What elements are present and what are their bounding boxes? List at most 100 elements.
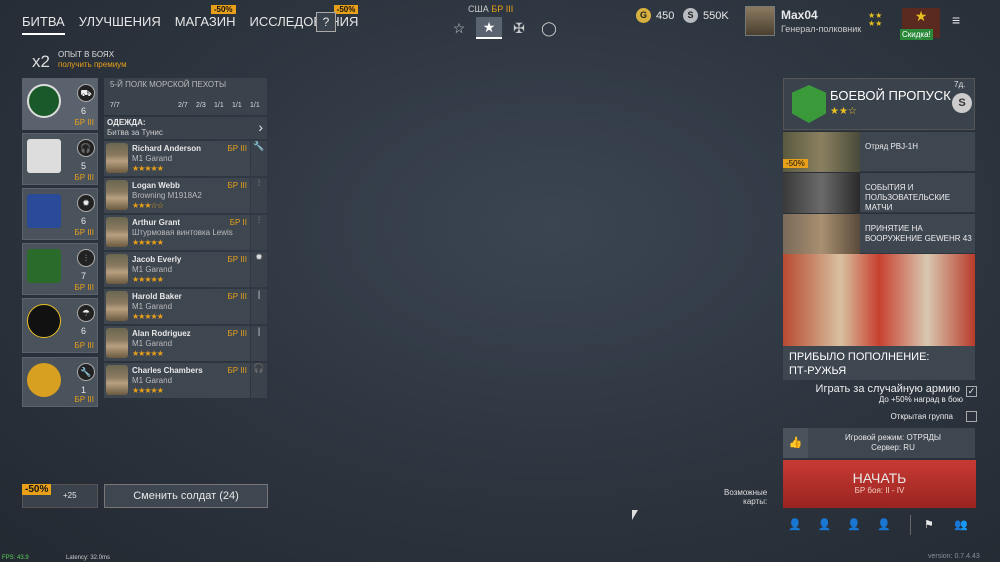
soldier-br: БР III — [227, 366, 247, 375]
squad-card[interactable]: 🔧 1 БР III — [22, 357, 98, 407]
research-discount-badge: -50% — [333, 5, 359, 14]
soldier-row[interactable]: Jacob Everly M1 Garand ★★★★★ БР III — [104, 252, 250, 287]
slot-plus: +25 — [63, 491, 77, 500]
news-text: СОБЫТИЯ И ПОЛЬЗОВАТЕЛЬСКИЕ МАТЧИ — [865, 183, 951, 212]
squad-card[interactable]: ✹ 6 БР III — [22, 188, 98, 240]
random-army-checkbox[interactable]: ✓ — [966, 386, 977, 397]
rank-stars-icon: ★★ ★★ — [868, 11, 883, 28]
reinforcement-banner[interactable]: ПРИБЫЛО ПОПОЛНЕНИЕ: ПТ-РУЖЬЯ — [783, 254, 975, 380]
menu-icon[interactable]: ≡ — [952, 12, 960, 28]
squad-count: 6 — [81, 326, 87, 336]
slot-count: 2/7 — [178, 102, 188, 109]
soldier-weapon: Штурмовая винтовка Lewis — [132, 228, 233, 237]
silver-coin-icon: S — [952, 93, 972, 113]
open-group-checkbox[interactable] — [966, 411, 977, 422]
soldier-portrait — [106, 365, 128, 395]
soldier-role-icon: | — [251, 289, 267, 324]
soldier-row[interactable]: Richard Anderson M1 Garand ★★★★★ БР III — [104, 141, 250, 176]
squad-name: 5-Й ПОЛК МОРСКОЙ ПЕХОТЫ — [110, 80, 227, 89]
premium-link[interactable]: получить премиум — [58, 60, 127, 69]
gold-coin-icon: G — [636, 8, 651, 23]
soldier-row[interactable]: Charles Chambers M1 Garand ★★★★★ БР III — [104, 363, 250, 398]
cursor-icon — [632, 510, 638, 520]
cross-icon[interactable]: ✠ — [506, 17, 532, 39]
clothing-row[interactable]: ОДЕЖДА: Битва за Тунис › — [104, 117, 267, 139]
group-icon[interactable]: 👥 — [954, 518, 968, 531]
news-item[interactable]: СОБЫТИЯ И ПОЛЬЗОВАТЕЛЬСКИЕ МАТЧИ — [783, 172, 975, 213]
squad-card[interactable]: ⫶ 7 БР III — [22, 243, 98, 295]
soldier-br: БР III — [227, 255, 247, 264]
tab-battle[interactable]: БИТВА — [22, 14, 65, 35]
soldier-stars: ★★★★★ — [132, 238, 164, 247]
top-nav: БИТВА УЛУЧШЕНИЯ -50% МАГАЗИН -50% ИССЛЕДОВ… — [22, 5, 359, 35]
soldier-name: Alan Rodriguez — [132, 329, 191, 338]
player-name: Max04 — [781, 8, 818, 22]
discount-label: Скидка! — [900, 29, 933, 40]
soldier-stars: ★★★★★ — [132, 386, 164, 395]
squad-card[interactable]: 🎧 5 БР III — [22, 133, 98, 185]
player-profile[interactable]: Max04 Генерал-полковник — [745, 6, 865, 38]
squad-br: БР III — [74, 395, 94, 404]
usa-star-icon[interactable]: ★ — [476, 17, 502, 39]
squad-invite-bar: 👤 👤 👤 👤 — [788, 518, 891, 531]
emblem-icon — [27, 84, 61, 118]
tab-upgrades[interactable]: УЛУЧШЕНИЯ — [79, 14, 161, 35]
soldier-row[interactable]: Harold Baker M1 Garand ★★★★★ БР III — [104, 289, 250, 324]
squad-card[interactable]: ⛟ 6 БР III — [22, 78, 98, 130]
squad-card[interactable]: ☂ 6 БР III — [22, 298, 98, 353]
soldier-weapon: M1 Garand — [132, 339, 173, 348]
soldier-weapon: M1 Garand — [132, 265, 173, 274]
slot-count: 2/3 — [196, 102, 206, 109]
mode-line1: Игровой режим: ОТРЯДЫ — [845, 433, 941, 442]
squad-br: БР III — [74, 118, 94, 127]
squad-count: 5 — [81, 161, 87, 171]
tab-shop[interactable]: -50% МАГАЗИН — [174, 5, 236, 35]
explosion-icon: ✹ — [77, 194, 95, 212]
divider — [910, 515, 911, 535]
squad-br: БР III — [74, 283, 94, 292]
battle-pass-card[interactable]: 7д. S — [783, 78, 975, 130]
news-item[interactable]: -50% Отряд PBJ-1H — [783, 131, 975, 172]
change-soldiers-button[interactable]: Сменить солдат (24) — [104, 484, 268, 508]
soldier-role-icon: ⫶ — [251, 215, 267, 250]
gold-display: G 450 — [636, 8, 674, 23]
add-player-icon[interactable]: 👤 — [877, 518, 891, 531]
chevron-right-icon: › — [258, 119, 263, 135]
silver-coin-icon: S — [683, 8, 698, 23]
random-army-label: Играть за случайную армию — [815, 383, 960, 395]
tab-shop-label: МАГАЗИН — [174, 14, 236, 29]
soldier-row[interactable]: Alan Rodriguez M1 Garand ★★★★★ БР III — [104, 326, 250, 361]
news-item[interactable]: ПРИНЯТИЕ НА ВООРУЖЕНИЕ GEWEHR 43 — [783, 213, 975, 254]
soldier-stars: ★★★☆☆ — [132, 201, 164, 210]
tab-research-label: ИССЛЕДОВАНИЯ — [249, 14, 359, 29]
soldier-role-icon: ⫶ — [251, 178, 267, 213]
battle-pass-badge-icon — [792, 85, 826, 123]
offer-discount-badge: -50% — [22, 484, 52, 495]
maps-label[interactable]: Возможные карты: — [724, 488, 767, 506]
add-player-icon[interactable]: 👤 — [818, 518, 832, 531]
star-outline-icon[interactable]: ☆ — [446, 17, 472, 39]
help-button[interactable]: ? — [316, 12, 336, 32]
soldier-portrait — [106, 217, 128, 247]
add-player-icon[interactable]: 👤 — [788, 518, 802, 531]
soldier-row[interactable]: Arthur Grant Штурмовая винтовка Lewis ★★★★… — [104, 215, 250, 250]
clothing-label: ОДЕЖДА: — [107, 118, 146, 127]
emblem-icon — [27, 363, 61, 397]
xp-multiplier: x2 — [32, 52, 50, 71]
mode-line2: Сервер: RU — [871, 443, 915, 452]
player-rank: Генерал-полковник — [781, 24, 862, 34]
squad-count: 6 — [81, 216, 87, 226]
tab-research[interactable]: -50% ИССЛЕДОВАНИЯ — [249, 5, 359, 35]
discount-button[interactable]: ★ Скидка! — [900, 8, 940, 40]
soldier-portrait — [106, 143, 128, 173]
vehicle-icon: ⛟ — [77, 84, 95, 102]
game-mode-panel[interactable]: 👍 Игровой режим: ОТРЯДЫ Сервер: RU — [783, 428, 975, 458]
flag-icon[interactable]: ⚑ — [924, 518, 934, 531]
soldier-br: БР III — [227, 292, 247, 301]
add-player-icon[interactable]: 👤 — [847, 518, 861, 531]
soldier-row[interactable]: Logan Webb Browning M1918A2 ★★★☆☆ БР III — [104, 178, 250, 213]
headset-icon: 🎧 — [77, 139, 95, 157]
wrench-icon: 🔧 — [77, 363, 95, 381]
circle-icon[interactable]: ◯ — [536, 17, 562, 39]
start-button[interactable]: НАЧАТЬ БР боя: II - IV — [783, 460, 976, 508]
